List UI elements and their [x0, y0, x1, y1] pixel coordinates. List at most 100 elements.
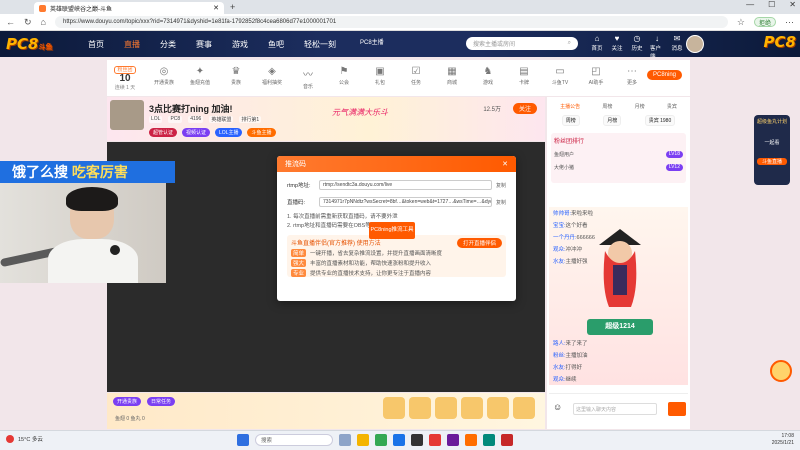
app-red-icon[interactable] [429, 434, 441, 446]
right-rail[interactable]: 超级鱼丸计划 一起看 斗鱼直播 [754, 115, 790, 185]
app-purple-icon[interactable] [447, 434, 459, 446]
under-video-button[interactable]: 开通贵族 [113, 397, 142, 406]
side-rank[interactable]: 周榜 [561, 115, 580, 126]
toolbar-tool[interactable]: ♛ 贵族 [221, 66, 251, 90]
browser-tab[interactable]: 英雄联盟峡谷之巅-斗鱼 ✕ [34, 2, 224, 14]
clock[interactable]: 17:08 2025/1/21 [772, 433, 794, 447]
search-icon[interactable]: ⌕ [568, 40, 571, 47]
nav-item[interactable]: 游戏 [232, 39, 248, 50]
fan-rank[interactable]: 粉丝团 10 连续 1 天 [107, 65, 143, 91]
under-video-button[interactable]: 日常任务 [147, 397, 176, 406]
nav-item[interactable]: 直播 [124, 39, 140, 50]
user-avatar[interactable] [686, 35, 704, 53]
maximize-button[interactable]: ☐ [768, 0, 775, 9]
app-icon[interactable] [339, 434, 351, 446]
modal-row-value[interactable]: rtmp://sendtc3a.douyu.com/live [319, 180, 492, 190]
toolbar-tool[interactable]: ☑ 任务 [401, 66, 431, 90]
room-tag[interactable]: LOL主播 [215, 128, 243, 137]
toolbar-tool[interactable]: ▦ 商城 [437, 66, 467, 90]
weather-widget[interactable]: 15°C 多云 [6, 435, 43, 443]
room-tag[interactable]: 超管认证 [149, 128, 178, 137]
side-tab[interactable]: 主播公告 [560, 103, 580, 110]
modal-close-icon[interactable]: ✕ [502, 160, 508, 168]
start-icon[interactable] [237, 434, 249, 446]
chat-input[interactable]: 这里输入聊天内容 [573, 403, 657, 415]
menu-icon[interactable]: ⋯ [785, 17, 794, 28]
nav-item[interactable]: 首页 [88, 39, 104, 50]
toolbar-tool[interactable]: ▤ 卡牌 [509, 66, 539, 90]
nav-item[interactable]: 赛事 [196, 39, 212, 50]
copy-button[interactable]: 复制 [496, 199, 506, 206]
tab-close-icon[interactable]: ✕ [213, 4, 219, 12]
side-rank[interactable]: 贵宾 1980 [644, 115, 676, 126]
toolbar-tool[interactable]: ♞ 游戏 [473, 66, 503, 90]
toolbar-tool[interactable]: ◰ AI助手 [581, 66, 611, 90]
fan-item[interactable]: 鱼翅用户 LV18 [554, 151, 683, 158]
chat-user[interactable]: 水友: [553, 259, 566, 265]
app-teal-icon[interactable] [483, 434, 495, 446]
close-window-button[interactable]: ✕ [789, 0, 796, 9]
modal-row-value[interactable]: 7314971r7pNNdtz?wsSecret=8bf…&token=web&… [319, 197, 492, 207]
nav-item[interactable]: 鱼吧 [268, 39, 284, 50]
new-tab-button[interactable]: + [230, 2, 235, 12]
side-tab[interactable]: 周榜 [602, 103, 612, 110]
toolbar-tool[interactable]: ⋯ 更多 [617, 66, 647, 90]
fan-item[interactable]: 大佬小猪 LV12 [554, 164, 683, 171]
room-tag[interactable]: 视频认证 [182, 128, 211, 137]
toolbar-tool[interactable]: ⚑ 公会 [329, 66, 359, 90]
chat-user[interactable]: 路人: [553, 341, 566, 347]
app-red2-icon[interactable] [501, 434, 513, 446]
edge-icon[interactable] [393, 434, 405, 446]
chat-user[interactable]: 宝宝: [553, 223, 566, 229]
gift-item[interactable] [409, 397, 431, 419]
steam-icon[interactable] [411, 434, 423, 446]
site-logo[interactable]: PC8斗鱼 [0, 35, 62, 53]
nav-item[interactable]: 轻松一刻 [304, 39, 336, 50]
room-tag[interactable]: 斗鱼主播 [247, 128, 276, 137]
gift-item[interactable] [461, 397, 483, 419]
gift-item[interactable] [513, 397, 535, 419]
chat-user[interactable]: 粉丝: [553, 353, 566, 359]
ad-button[interactable]: PC8ning [646, 70, 682, 80]
streamer-avatar[interactable] [110, 100, 144, 130]
emoji-icon[interactable]: ☺ [553, 402, 562, 412]
gift-item[interactable] [487, 397, 509, 419]
search-placeholder: 搜索主播或房间 [473, 42, 516, 48]
toolbar-tool[interactable]: 〰音乐 [293, 66, 323, 90]
side-tab[interactable]: 贵宾 [667, 103, 677, 110]
toolbar-tool[interactable]: ▭ 斗鱼TV [545, 66, 575, 90]
promo-button[interactable]: 打开直播伴侣 [456, 238, 502, 248]
toolbar-tool[interactable]: ✦ 鱼翅充值 [185, 66, 215, 90]
side-rank[interactable]: 月榜 [603, 115, 622, 126]
gift-item[interactable] [383, 397, 405, 419]
url-input[interactable]: https://www.douyu.com/topic/xxx?rid=7314… [54, 16, 728, 28]
stream-tool-button[interactable]: PC8ning推流工具 [369, 222, 415, 239]
toolbar-tool[interactable]: ◎ 开通贵族 [149, 66, 179, 90]
floating-mascot-button[interactable] [770, 360, 792, 382]
browser-app-icon[interactable] [375, 434, 387, 446]
chat-user[interactable]: 水友: [553, 365, 566, 371]
chat-user[interactable]: 帅帅哥: [553, 211, 571, 217]
taskbar-search[interactable]: 搜索 [255, 434, 333, 446]
rail-bottom[interactable]: 斗鱼直播 [757, 158, 787, 165]
copy-button[interactable]: 复制 [496, 182, 506, 189]
follow-button[interactable]: 关注 [512, 103, 537, 114]
folder-icon[interactable] [357, 434, 369, 446]
nav-item[interactable]: 分类 [160, 39, 176, 50]
chat-user[interactable]: 观众: [553, 377, 566, 383]
refresh-icon[interactable]: ↻ [24, 17, 32, 28]
chat-user[interactable]: 一个丹丹: [553, 235, 577, 241]
send-button[interactable] [668, 402, 686, 416]
gift-item[interactable] [435, 397, 457, 419]
account-pill[interactable]: 拒绝 [753, 17, 776, 27]
toolbar-tool[interactable]: ◈ 福利抽奖 [257, 66, 287, 90]
star-icon[interactable]: ☆ [737, 17, 745, 28]
back-icon[interactable]: ← [6, 17, 15, 27]
side-tab[interactable]: 月榜 [635, 103, 645, 110]
chat-user[interactable]: 观众: [553, 247, 566, 253]
toolbar-tool[interactable]: ▣ 礼包 [365, 66, 395, 90]
douyu-app-icon[interactable] [465, 434, 477, 446]
header-search[interactable]: 搜索主播或房间 ⌕ [466, 37, 578, 50]
minimize-button[interactable]: — [746, 0, 754, 9]
home-browser-icon[interactable]: ⌂ [41, 17, 46, 27]
